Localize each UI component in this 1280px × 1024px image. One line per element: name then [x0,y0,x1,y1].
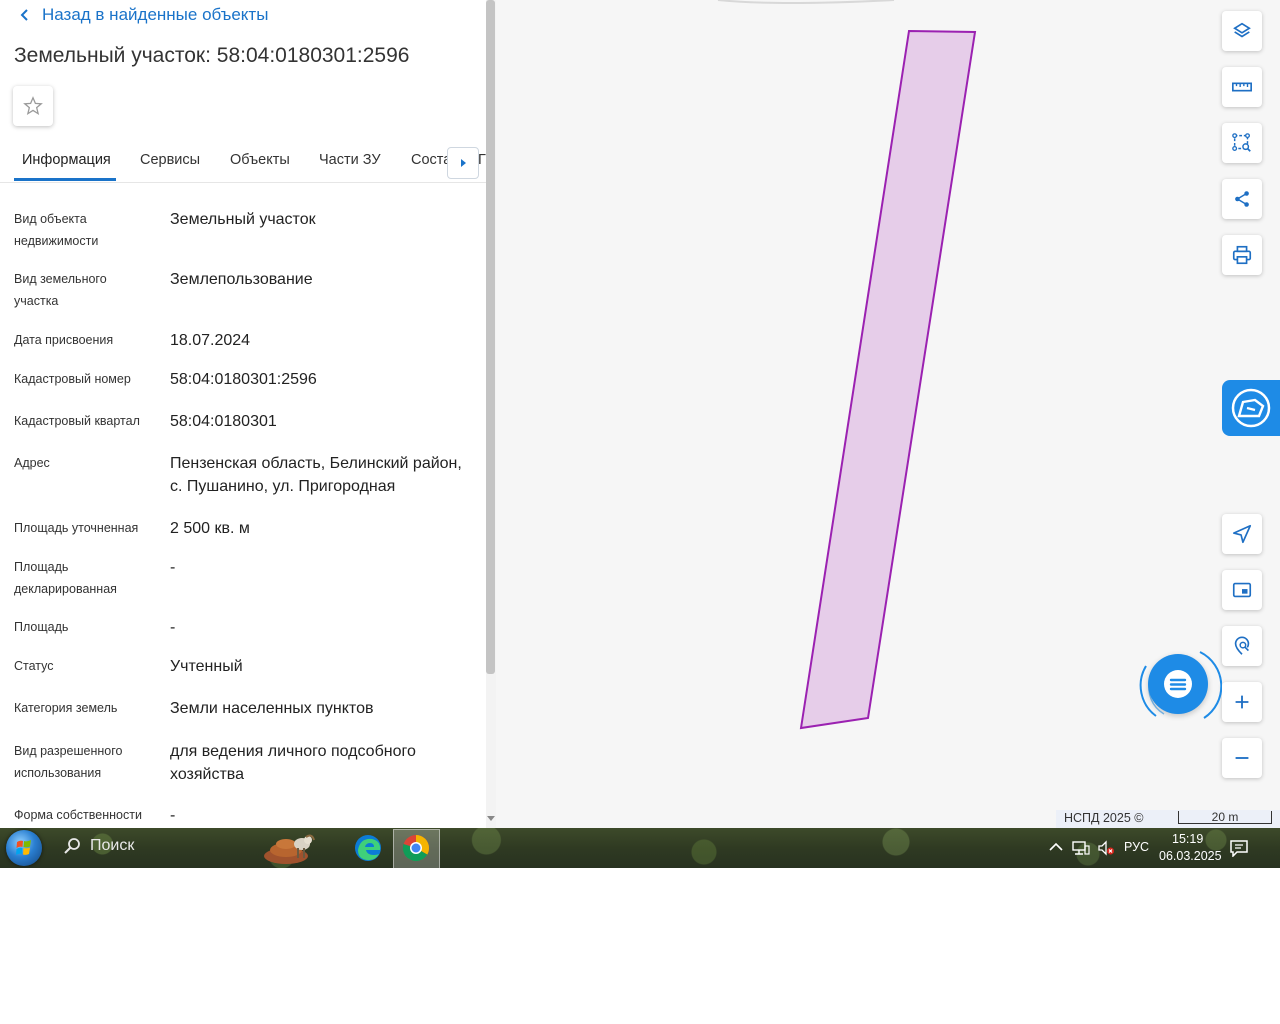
map-scale-bar: 20 m [1178,811,1272,824]
language-indicator[interactable]: РУС [1124,840,1149,854]
attribute-label: Вид объекта недвижимости [14,212,99,248]
map-scale-label: 20 m [1211,810,1239,824]
share-button[interactable] [1222,179,1262,219]
attribute-label: Вид разрешенного использования [14,744,123,780]
network-icon[interactable] [1072,840,1090,856]
start-button[interactable] [6,830,42,866]
taskbar-search[interactable]: Поиск [62,836,134,856]
attribute-value: - [170,619,176,636]
area-select-button[interactable] [1222,123,1262,163]
attribute-value: для ведения личного подсобного хозяйства [170,743,416,783]
attribute-label: Вид земельного участка [14,272,107,308]
windows-taskbar: Поиск РУС 15:19 06.03.2025 [0,828,1280,868]
windows-logo-icon [16,840,31,855]
zoom-in-button[interactable] [1222,682,1262,722]
share-icon [1235,191,1249,207]
location-search-icon [1234,636,1250,655]
panel-scrollbar-thumb[interactable] [486,0,495,674]
attribute-label: Кадастровый номер [14,372,131,386]
attribute-value: 2 500 кв. м [170,520,250,537]
print-icon [1232,245,1252,265]
attribute-value: Пензенская область, Белинский район, с. … [170,455,462,495]
area-select-icon [1232,133,1251,152]
attribute-value: Учтенный [170,658,243,675]
attribute-value: 58:04:0180301:2596 [170,371,317,388]
tab-info[interactable]: Информация [22,152,111,168]
chat-icon [1164,670,1192,698]
zoom-in-icon [1235,695,1249,709]
active-tab-indicator [14,178,116,181]
map-attribution-bar: НСПД 2025 © 20 m [1056,810,1280,828]
back-link[interactable]: Назад в найденные объекты [18,5,268,25]
clock-time[interactable]: 15:19 [1172,832,1203,846]
chevron-left-icon [20,9,28,21]
attribute-label: Статус [14,659,54,673]
zoom-out-icon [1235,757,1249,759]
edge-browser-icon[interactable] [352,832,384,864]
layers-button[interactable] [1222,11,1262,51]
attribute-label: Адрес [14,456,50,470]
page-title: Земельный участок: 58:04:0180301:2596 [14,44,410,67]
attribute-value: 58:04:0180301 [170,413,277,430]
caret-right-icon [461,159,466,167]
chrome-browser-icon[interactable] [400,832,432,864]
tab-bar: Информация Сервисы Объекты Части ЗУ Сост… [0,140,486,183]
navigate-button[interactable] [1222,514,1262,554]
attribute-value: 18.07.2024 [170,332,251,349]
layers-icon [1233,22,1251,38]
star-icon [23,96,43,115]
assistant-button[interactable] [1222,380,1280,436]
attribute-value: Земли населенных пунктов [170,700,374,717]
attribute-label: Кадастровый квартал [14,414,140,428]
search-label: Поиск [90,837,135,854]
print-button[interactable] [1222,235,1262,275]
attribute-label: Категория земель [14,701,118,715]
map-copyright: НСПД 2025 © [1064,811,1144,825]
ram-sticker-icon[interactable] [262,832,320,864]
volume-muted-icon[interactable] [1097,840,1115,856]
show-hidden-icons-chevron-icon[interactable] [1049,842,1063,852]
location-search-button[interactable] [1222,626,1262,666]
assistant-icon [1231,388,1271,428]
search-icon [64,838,80,854]
zoom-out-button[interactable] [1222,738,1262,778]
attribute-value: - [170,559,176,576]
ruler-icon [1232,82,1252,92]
attribute-value: - [170,807,176,824]
tabs-scroll-right-button[interactable] [447,147,479,179]
action-center-icon[interactable] [1229,839,1249,857]
back-link-label: Назад в найденные объекты [42,5,269,24]
minimap-button[interactable] [1222,570,1262,610]
attribute-label: Дата присвоения [14,333,114,347]
navigate-icon [1232,524,1252,544]
measure-button[interactable] [1222,67,1262,107]
clock-date[interactable]: 06.03.2025 [1159,849,1222,863]
minimap-icon [1232,582,1252,598]
tab-objects[interactable]: Объекты [230,152,290,168]
attribute-label: Форма собственности [14,808,142,822]
tab-services[interactable]: Сервисы [140,152,200,168]
attribute-value: Землепользование [170,271,313,288]
land-parcel-polygon[interactable] [799,29,977,730]
chat-button[interactable] [1148,654,1208,714]
attribute-label: Площадь уточненная [14,521,139,535]
scroll-down-arrow-icon[interactable] [486,812,496,824]
info-panel: Назад в найденные объекты Земельный учас… [0,0,486,828]
road-line [717,0,895,4]
favorite-button[interactable] [13,86,53,126]
attribute-value: Земельный участок [170,211,316,228]
attribute-label: Площадь [14,620,69,634]
tab-next-partial[interactable]: Г [478,152,486,168]
tab-parts[interactable]: Части ЗУ [319,152,381,168]
tab-composition[interactable]: Соста [411,152,451,168]
attribute-label: Площадь декларированная [14,560,117,596]
